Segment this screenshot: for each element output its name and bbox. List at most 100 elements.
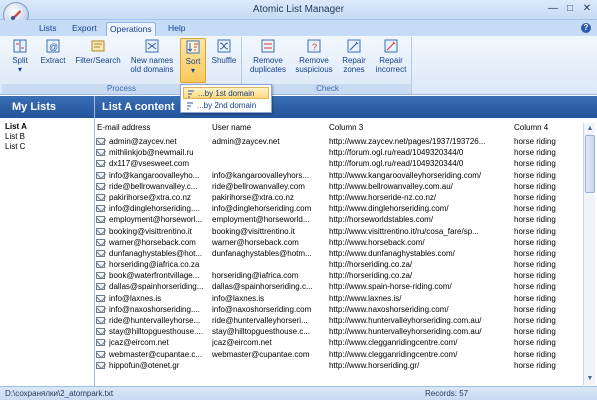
repair-incorrect-button[interactable]: Repair incorrect xyxy=(372,38,410,74)
table-row[interactable]: admin@zaycev.net admin@zaycev.net http://w… xyxy=(95,136,583,147)
scroll-thumb[interactable] xyxy=(585,135,595,193)
table-row[interactable]: info@laxnes.is info@laxnes.is http://www.l… xyxy=(95,293,583,304)
column4-cell: horse riding xyxy=(514,260,556,270)
sort-1st-icon xyxy=(188,90,194,98)
vertical-scrollbar[interactable]: ▲ ▼ xyxy=(583,123,595,385)
table-row[interactable]: horseriding@iafrica.co.za http://horserid… xyxy=(95,259,583,270)
table-row[interactable]: mithlinkjob@newmail.ru http://forum.ogl.r… xyxy=(95,147,583,158)
table-row[interactable]: dx117@vsesweet.com http://forum.ogl.ru/re… xyxy=(95,158,583,169)
email-envelope-icon xyxy=(96,171,105,179)
column4-cell: horse riding xyxy=(514,349,556,359)
email-envelope-icon xyxy=(96,339,105,347)
filter-search-button[interactable]: Filter/Search xyxy=(72,38,124,65)
table-row[interactable]: jcaz@eircom.net jcaz@eircom.net http://www… xyxy=(95,337,583,348)
sort-by-2nd-domain[interactable]: ...by 2nd domain xyxy=(183,100,269,112)
split-button[interactable]: Split ▾ xyxy=(5,38,35,74)
column-header-username[interactable]: User name xyxy=(212,122,327,133)
tab-lists[interactable]: Lists xyxy=(36,22,59,36)
sort-by-1st-domain[interactable]: ...by 1st domain xyxy=(183,87,269,99)
shuffle-button[interactable]: Shuffle xyxy=(208,38,240,65)
filter-search-label: Filter/Search xyxy=(75,56,121,65)
remove-suspicious-icon: ? xyxy=(307,39,321,53)
extract-label: Extract xyxy=(40,56,66,65)
list-content-title: List A content xyxy=(95,96,597,118)
sort-by-1st-domain-label: ...by 1st domain xyxy=(198,89,255,98)
table-row[interactable]: book@waterfrontvillage... horseriding@iaf… xyxy=(95,270,583,281)
split-icon xyxy=(13,39,27,53)
username-cell: pakirihorse@xtra.co.nz xyxy=(212,192,294,202)
table-row[interactable]: employment@horseworl... employment@horsew… xyxy=(95,214,583,225)
remove-duplicates-button[interactable]: Remove duplicates xyxy=(246,38,290,74)
list-item-b[interactable]: List B xyxy=(0,132,94,142)
help-icon[interactable]: ? xyxy=(581,23,591,33)
list-item-a[interactable]: List A xyxy=(0,122,94,132)
column4-cell: horse riding xyxy=(514,271,556,281)
table-row[interactable]: info@kangaroovalleyho... info@kangarooval… xyxy=(95,170,583,181)
repair-zones-button[interactable]: Repair zones xyxy=(338,38,370,74)
table-row[interactable]: dallas@spainhorseriding... dallas@spainho… xyxy=(95,281,583,292)
email-cell: info@naxoshorseriding.... xyxy=(109,304,200,314)
remove-suspicious-button[interactable]: ? Remove suspicious xyxy=(292,38,336,74)
table-row[interactable]: ride@huntervalleyhorse... ride@huntervall… xyxy=(95,315,583,326)
list-content-panel: List A content E-mail address User name … xyxy=(95,96,597,386)
username-cell: stay@hilltopguesthouse.c... xyxy=(212,327,310,337)
username-cell: jcaz@eircom.net xyxy=(212,338,272,348)
new-names-old-domains-button[interactable]: New names old domains xyxy=(126,38,178,74)
email-cell: info@kangaroovalleyho... xyxy=(109,170,200,180)
column4-cell: horse riding xyxy=(514,159,556,169)
username-cell: webmaster@cupantae.com xyxy=(212,349,310,359)
table-row[interactable]: pakirihorse@xtra.co.nz pakirihorse@xtra.c… xyxy=(95,192,583,203)
username-cell: horseriding@iafrica.com xyxy=(212,271,299,281)
scroll-up-icon[interactable]: ▲ xyxy=(585,124,595,134)
table-row[interactable]: dunfanaghystables@hot... dunfanaghystable… xyxy=(95,248,583,259)
repair-zones-label-2: zones xyxy=(343,65,365,74)
column3-cell: http://www.bellrowanvalley.com.au/ xyxy=(329,181,453,191)
remove-duplicates-label-2: duplicates xyxy=(249,65,287,74)
tab-help[interactable]: Help xyxy=(165,22,188,36)
table-row[interactable]: hippofun@otenet.gr http://www.horseriding… xyxy=(95,360,583,371)
scroll-down-icon[interactable]: ▼ xyxy=(585,374,595,384)
table-row[interactable]: webmaster@cupantae.c... webmaster@cupanta… xyxy=(95,349,583,360)
column3-cell: http://www.horseride-nz.co.nz/ xyxy=(329,192,437,202)
email-cell: ride@huntervalleyhorse... xyxy=(109,316,201,325)
email-cell: info@laxnes.is xyxy=(109,293,162,303)
tab-export[interactable]: Export xyxy=(69,22,100,36)
sort-2nd-icon xyxy=(187,102,193,110)
username-cell: dunfanaghystables@hotm... xyxy=(212,248,312,258)
extract-button[interactable]: @ Extract xyxy=(38,38,68,65)
extract-icon: @ xyxy=(46,39,60,53)
minimize-button[interactable]: — xyxy=(546,3,560,16)
tab-operations[interactable]: Operations xyxy=(106,22,156,36)
table-row[interactable]: ride@bellrowanvalley.c... ride@bellrowanv… xyxy=(95,181,583,192)
table-row[interactable]: info@naxoshorseriding.... info@naxoshorse… xyxy=(95,304,583,315)
remove-suspicious-label-1: Remove xyxy=(299,56,329,65)
column4-cell: horse riding xyxy=(514,360,556,370)
table-row[interactable]: booking@visittrentino.it booking@visittre… xyxy=(95,226,583,237)
email-envelope-icon xyxy=(96,361,105,369)
window-title: Atomic List Manager xyxy=(252,4,345,15)
close-button[interactable]: ✕ xyxy=(580,3,594,16)
title-bar: Atomic List Manager — □ ✕ xyxy=(0,0,597,28)
list-item-c[interactable]: List C xyxy=(0,142,94,152)
column3-cell: http://horseriding.co.za/ xyxy=(329,260,413,270)
email-envelope-icon xyxy=(96,149,105,157)
column3-cell: http://www.clegganridingcentre.com/ xyxy=(329,349,458,359)
new-names-label-1: New names xyxy=(130,56,174,65)
table-row[interactable]: warner@horseback.com warner@horseback.com… xyxy=(95,237,583,248)
column-header-email[interactable]: E-mail address xyxy=(97,122,212,133)
email-envelope-icon xyxy=(96,283,105,291)
email-envelope-icon xyxy=(96,205,105,213)
column-header-column4[interactable]: Column 4 xyxy=(514,122,580,133)
email-cell: book@waterfrontvillage... xyxy=(109,271,200,281)
remove-suspicious-label-2: suspicious xyxy=(295,65,333,74)
column3-cell: http://horseworldstables.com/ xyxy=(329,215,434,225)
username-cell: info@kangaroovalleyhors... xyxy=(212,170,310,180)
maximize-button[interactable]: □ xyxy=(563,3,577,16)
email-cell: dallas@spainhorseriding... xyxy=(109,282,204,292)
table-row[interactable]: info@dinglehorseriding.... info@dinglehor… xyxy=(95,203,583,214)
sort-icon xyxy=(186,40,200,54)
column-header-column3[interactable]: Column 3 xyxy=(329,122,509,133)
shuffle-label: Shuffle xyxy=(211,56,237,65)
table-row[interactable]: stay@hilltopguesthouse.... stay@hilltopgu… xyxy=(95,326,583,337)
sort-button[interactable]: Sort ▾ xyxy=(180,38,206,83)
